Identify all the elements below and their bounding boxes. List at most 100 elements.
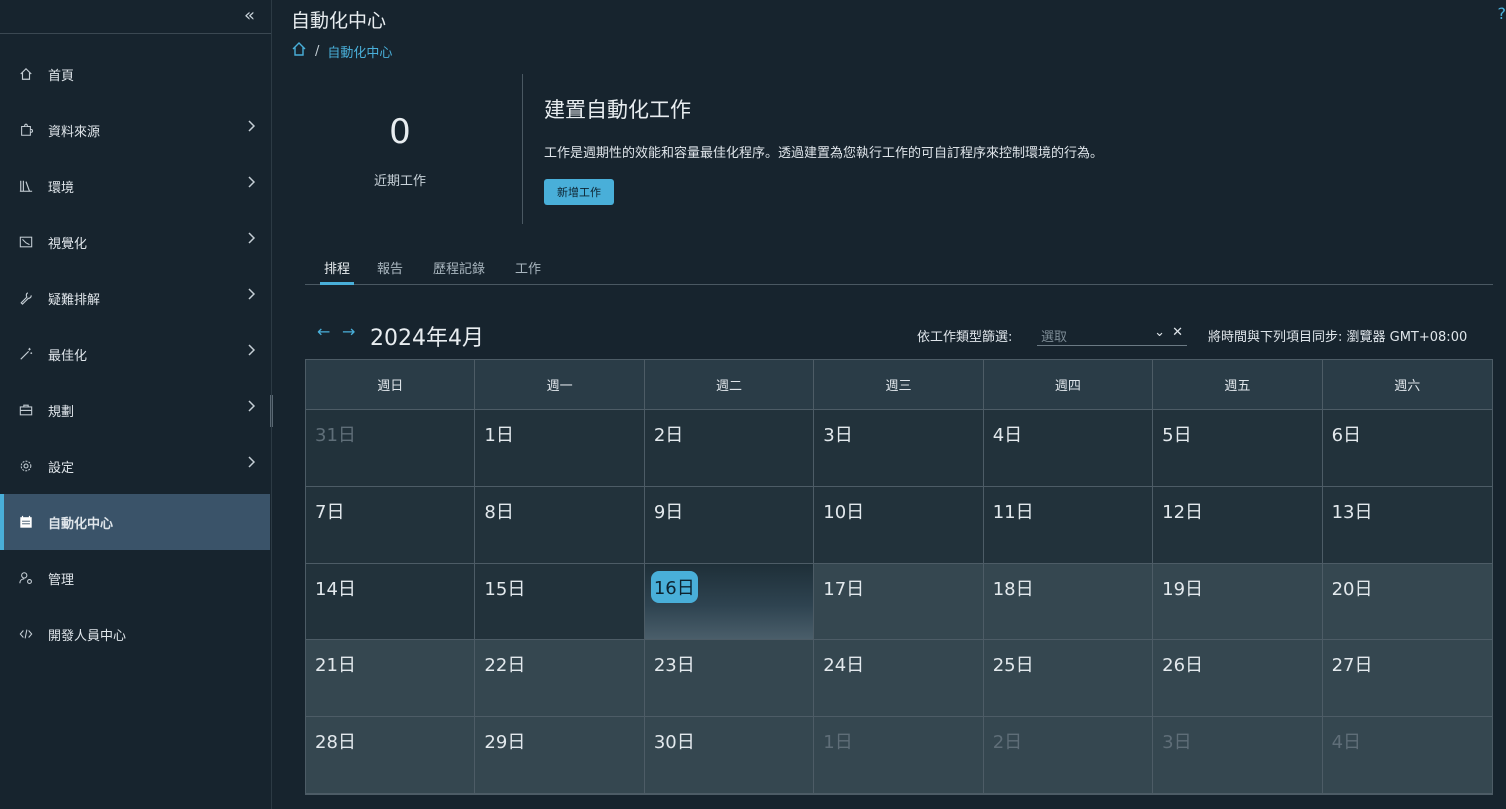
day-label: 19日: [1162, 578, 1204, 600]
calendar-day[interactable]: 15日: [475, 563, 645, 641]
clear-icon[interactable]: ✕: [1172, 325, 1183, 340]
breadcrumb-current[interactable]: 自動化中心: [327, 42, 392, 61]
sidebar-item-label: 自動化中心: [48, 516, 114, 532]
calendar-day[interactable]: 29日: [475, 717, 645, 794]
sidebar-item-label: 首頁: [48, 68, 75, 84]
calendar-day[interactable]: 2日: [983, 717, 1154, 794]
arrow-left-icon[interactable]: ←: [317, 322, 330, 341]
calendar-day[interactable]: 19日: [1153, 563, 1323, 641]
tab-1[interactable]: 報告: [362, 256, 418, 285]
chevron-right-icon: [246, 232, 256, 248]
day-label: 11日: [992, 501, 1034, 523]
timezone-sync-label: 將時間與下列項目同步: 瀏覽器 GMT+08:00: [1208, 330, 1468, 345]
day-label: 16日: [650, 570, 698, 603]
calendar-day[interactable]: 9日: [644, 486, 815, 564]
day-label: 22日: [484, 655, 526, 677]
calendar-day[interactable]: 17日: [814, 563, 984, 641]
calendar-day[interactable]: 27日: [1322, 640, 1492, 718]
sidebar-item-label: 視覺化: [48, 236, 88, 252]
day-label: 31日: [315, 425, 356, 446]
filter-label: 依工作類型篩選:: [917, 330, 1013, 345]
calendar-day[interactable]: 11日: [983, 486, 1154, 564]
sidebar-item-code[interactable]: 開發人員中心: [0, 606, 270, 662]
sidebar-item-books[interactable]: 環境: [0, 158, 270, 214]
user-gear-icon: [18, 570, 34, 586]
calendar-day[interactable]: 4日: [1322, 717, 1492, 794]
calendar-day[interactable]: 10日: [814, 486, 984, 564]
day-label: 2日: [992, 732, 1023, 754]
add-job-button[interactable]: 新增工作: [544, 179, 614, 205]
day-label: 21日: [315, 655, 356, 677]
day-label: 29日: [484, 732, 526, 754]
calendar-day[interactable]: 31日: [306, 410, 476, 487]
calendar-day[interactable]: 7日: [306, 486, 476, 564]
wrench-icon: [18, 290, 34, 306]
chevron-right-icon: [246, 456, 256, 472]
sidebar-item-gear[interactable]: 設定: [0, 438, 270, 494]
sidebar-item-label: 最佳化: [48, 348, 88, 364]
sidebar-item-puzzle[interactable]: 資料來源: [0, 102, 270, 158]
recent-jobs-label: 近期工作: [373, 174, 426, 189]
calendar-day[interactable]: 5日: [1153, 410, 1323, 487]
sidebar-item-label: 管理: [48, 572, 75, 588]
day-label: 2日: [653, 425, 684, 446]
chevron-down-icon[interactable]: ⌄: [1154, 325, 1165, 340]
sidebar-item-wand[interactable]: 最佳化: [0, 326, 270, 382]
day-label: 20日: [1331, 578, 1373, 600]
calendar-day[interactable]: 1日: [814, 717, 984, 794]
day-label: 12日: [1162, 501, 1204, 523]
create-job-title: 建置自動化工作: [544, 98, 691, 122]
job-type-filter-select[interactable]: 選取 ⌄ ✕: [1037, 322, 1187, 346]
tab-0[interactable]: 排程: [320, 256, 355, 285]
calendar-day[interactable]: 4日: [983, 410, 1154, 487]
sidebar-item-user-gear[interactable]: 管理: [0, 550, 270, 606]
calendar-day[interactable]: 6日: [1322, 410, 1492, 487]
tab-bar: 排程 報告 歷程記錄 工作: [305, 256, 1493, 285]
tab-2[interactable]: 歷程記錄: [418, 256, 500, 285]
tab-3[interactable]: 工作: [500, 256, 556, 285]
calendar-day[interactable]: 20日: [1322, 563, 1492, 641]
sidebar-item-briefcase[interactable]: 規劃: [0, 382, 270, 438]
double-chevron-left-icon[interactable]: «: [244, 5, 255, 26]
weekday-header: 週日: [306, 360, 476, 410]
calendar-day[interactable]: 28日: [306, 717, 476, 794]
day-label: 4日: [992, 425, 1023, 446]
sidebar-item-home[interactable]: 首頁: [0, 46, 270, 102]
home-icon: [18, 66, 34, 82]
calendar-day[interactable]: 2日: [644, 410, 815, 487]
page-title: 自動化中心: [291, 10, 387, 32]
calendar-day-today[interactable]: 16日: [644, 563, 815, 641]
sidebar-item-label: 規劃: [48, 404, 75, 420]
day-label: 28日: [315, 732, 356, 754]
weekday-header: 週三: [814, 360, 984, 410]
calendar-day[interactable]: 13日: [1322, 486, 1492, 564]
calendar-day[interactable]: 3日: [1153, 717, 1323, 794]
sidebar-item-calendar[interactable]: 自動化中心: [0, 494, 270, 550]
chevron-right-icon: [246, 288, 256, 304]
home-icon[interactable]: [291, 41, 307, 61]
calendar-day[interactable]: 22日: [475, 640, 645, 718]
calendar-day[interactable]: 26日: [1153, 640, 1323, 718]
weekday-header: 週二: [644, 360, 815, 410]
help-icon[interactable]: ?: [1498, 4, 1506, 23]
calendar-day[interactable]: 8日: [475, 486, 645, 564]
day-label: 7日: [315, 501, 345, 523]
calendar-day[interactable]: 1日: [475, 410, 645, 487]
calendar-day[interactable]: 12日: [1153, 486, 1323, 564]
code-icon: [18, 626, 34, 642]
calendar-day[interactable]: 24日: [814, 640, 984, 718]
sidebar-item-chart[interactable]: 視覺化: [0, 214, 270, 270]
calendar-day[interactable]: 3日: [814, 410, 984, 487]
calendar-day[interactable]: 30日: [644, 717, 815, 794]
calendar-day[interactable]: 21日: [306, 640, 476, 718]
calendar-day[interactable]: 18日: [983, 563, 1154, 641]
chevron-right-icon: [246, 120, 256, 136]
wand-icon: [18, 346, 34, 362]
arrow-right-icon[interactable]: →: [342, 322, 355, 341]
chart-icon: [18, 234, 34, 250]
calendar-day[interactable]: 23日: [644, 640, 815, 718]
calendar-day[interactable]: 14日: [306, 563, 476, 641]
calendar-day[interactable]: 25日: [983, 640, 1154, 718]
sidebar-item-wrench[interactable]: 疑難排解: [0, 270, 270, 326]
day-label: 15日: [484, 578, 526, 600]
